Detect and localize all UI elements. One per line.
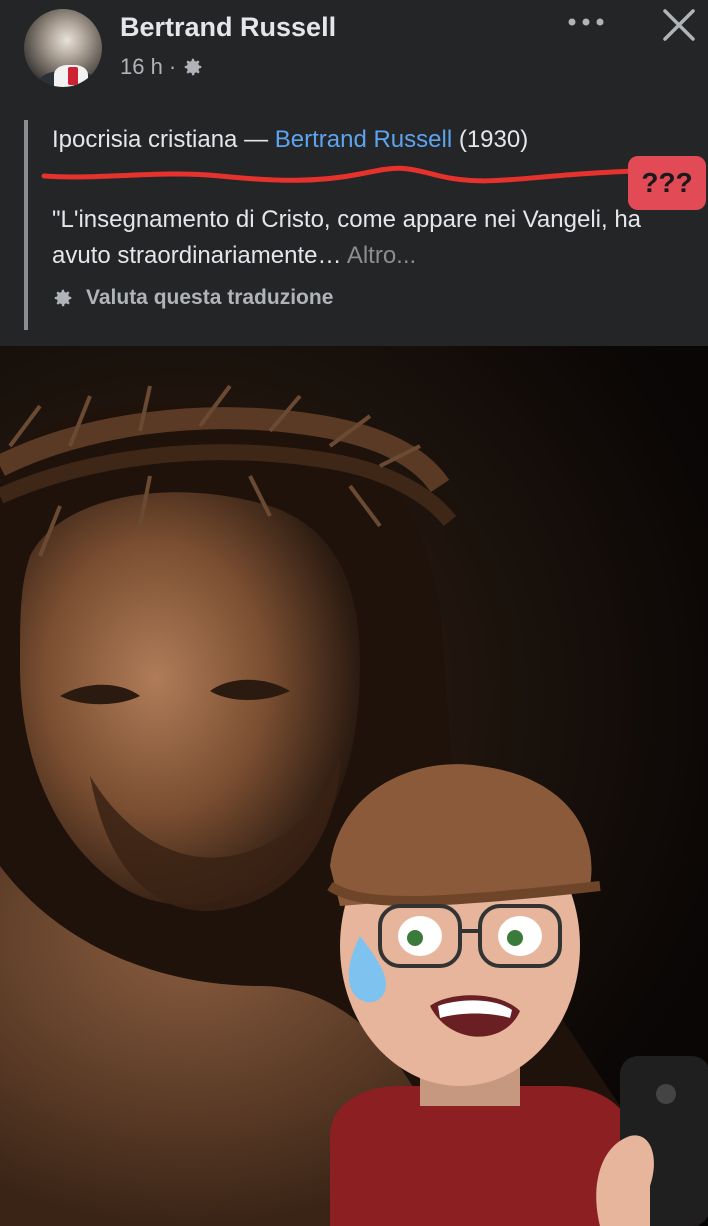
post-image-illustration <box>0 384 708 1226</box>
meta-separator: · <box>168 54 177 79</box>
rate-translation-label: Valuta questa traduzione <box>86 286 334 309</box>
post-meta: 16 h · <box>120 54 204 80</box>
cartoon-avatar <box>327 764 708 1226</box>
gear-icon <box>184 58 202 76</box>
close-icon[interactable] <box>660 6 698 44</box>
post-image[interactable] <box>0 346 708 1226</box>
quote-title-prefix: Ipocrisia cristiana — <box>52 126 269 153</box>
rate-translation[interactable]: Valuta questa traduzione <box>52 286 333 310</box>
more-horizontal-icon[interactable] <box>566 14 606 34</box>
quote-title: Ipocrisia cristiana — Bertrand Russell (… <box>52 126 528 154</box>
quote-text: "L'insegnamento di Cristo, come appare n… <box>52 202 672 274</box>
quote-author-link[interactable]: Bertrand Russell <box>275 126 452 153</box>
gear-icon <box>54 289 72 307</box>
quote-block: Ipocrisia cristiana — Bertrand Russell (… <box>24 120 698 330</box>
question-badge: ??? <box>628 156 706 210</box>
post-header: Bertrand Russell 16 h · <box>0 0 708 100</box>
quote-year: (1930) <box>458 126 529 153</box>
red-scribble-underline <box>41 165 640 184</box>
author-name[interactable]: Bertrand Russell <box>120 12 336 43</box>
see-more-link[interactable]: Altro... <box>347 242 416 269</box>
avatar[interactable] <box>24 9 102 87</box>
post-time: 16 h <box>120 54 163 79</box>
